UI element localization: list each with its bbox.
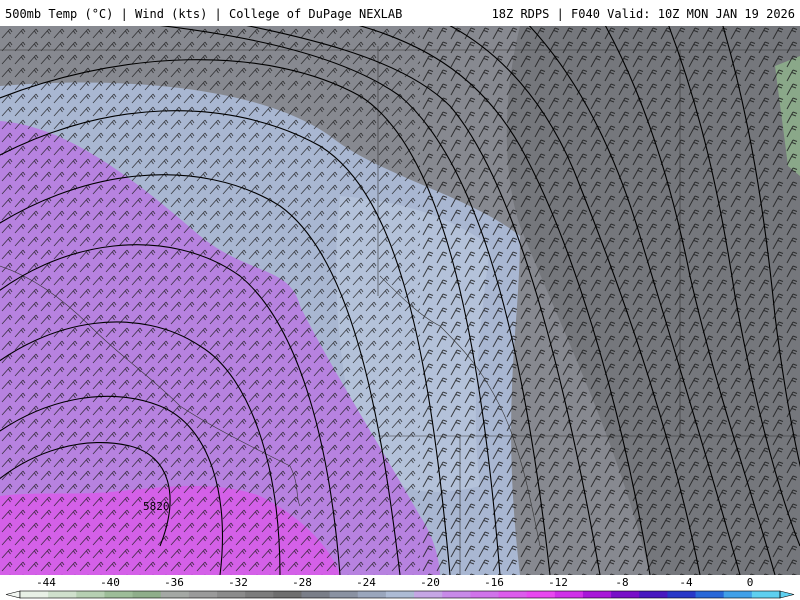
colorbar-swatch [132,591,162,598]
colorbar-scale [5,590,795,599]
colorbar-swatch [414,591,443,598]
colorbar-swatch [357,591,387,598]
colorbar-swatch [695,591,725,598]
map-panel[interactable]: 5820 [0,26,800,575]
colorbar-swatch [442,591,471,598]
colorbar-swatch [554,591,584,598]
map-canvas[interactable] [0,26,800,575]
temperature-colorbar: -44 -40 -36 -32 -28 -24 -20 -16 -12 -8 -4 0 [0,575,800,600]
colorbar-swatch [611,591,640,598]
colorbar-swatch [639,591,668,598]
colorbar-swatch [329,591,359,598]
run-valid-time: 18Z RDPS | F040 Valid: 10Z MON JAN 19 20… [491,7,795,21]
colorbar-swatch [667,591,697,598]
colorbar-swatch [470,591,500,598]
colorbar-swatch [160,591,190,598]
wind-barbs-west [0,26,420,575]
colorbar-swatch [245,591,274,598]
colorbar-swatch [48,591,77,598]
colorbar-swatch [723,591,753,598]
colorbar-swatch [498,591,528,598]
colorbar-swatch [76,591,105,598]
colorbar-swatch [273,591,302,598]
colorbar-swatch [526,591,556,598]
height-contour-label: 5820 [143,500,170,513]
colorbar-swatch [217,591,246,598]
colorbar-swatch [751,591,781,598]
colorbar-min-arrow [5,590,21,599]
colorbar-swatch [104,591,134,598]
colorbar-swatch [582,591,612,598]
colorbar-swatch [301,591,331,598]
header-bar: 500mb Temp (°C) | Wind (kts) | College o… [0,0,800,26]
colorbar-swatch [385,591,415,598]
wind-barbs-east [420,26,800,575]
colorbar-max-arrow [779,590,795,599]
colorbar-swatch [188,591,218,598]
colorbar-swatch [20,591,49,598]
product-title: 500mb Temp (°C) | Wind (kts) | College o… [5,7,403,21]
